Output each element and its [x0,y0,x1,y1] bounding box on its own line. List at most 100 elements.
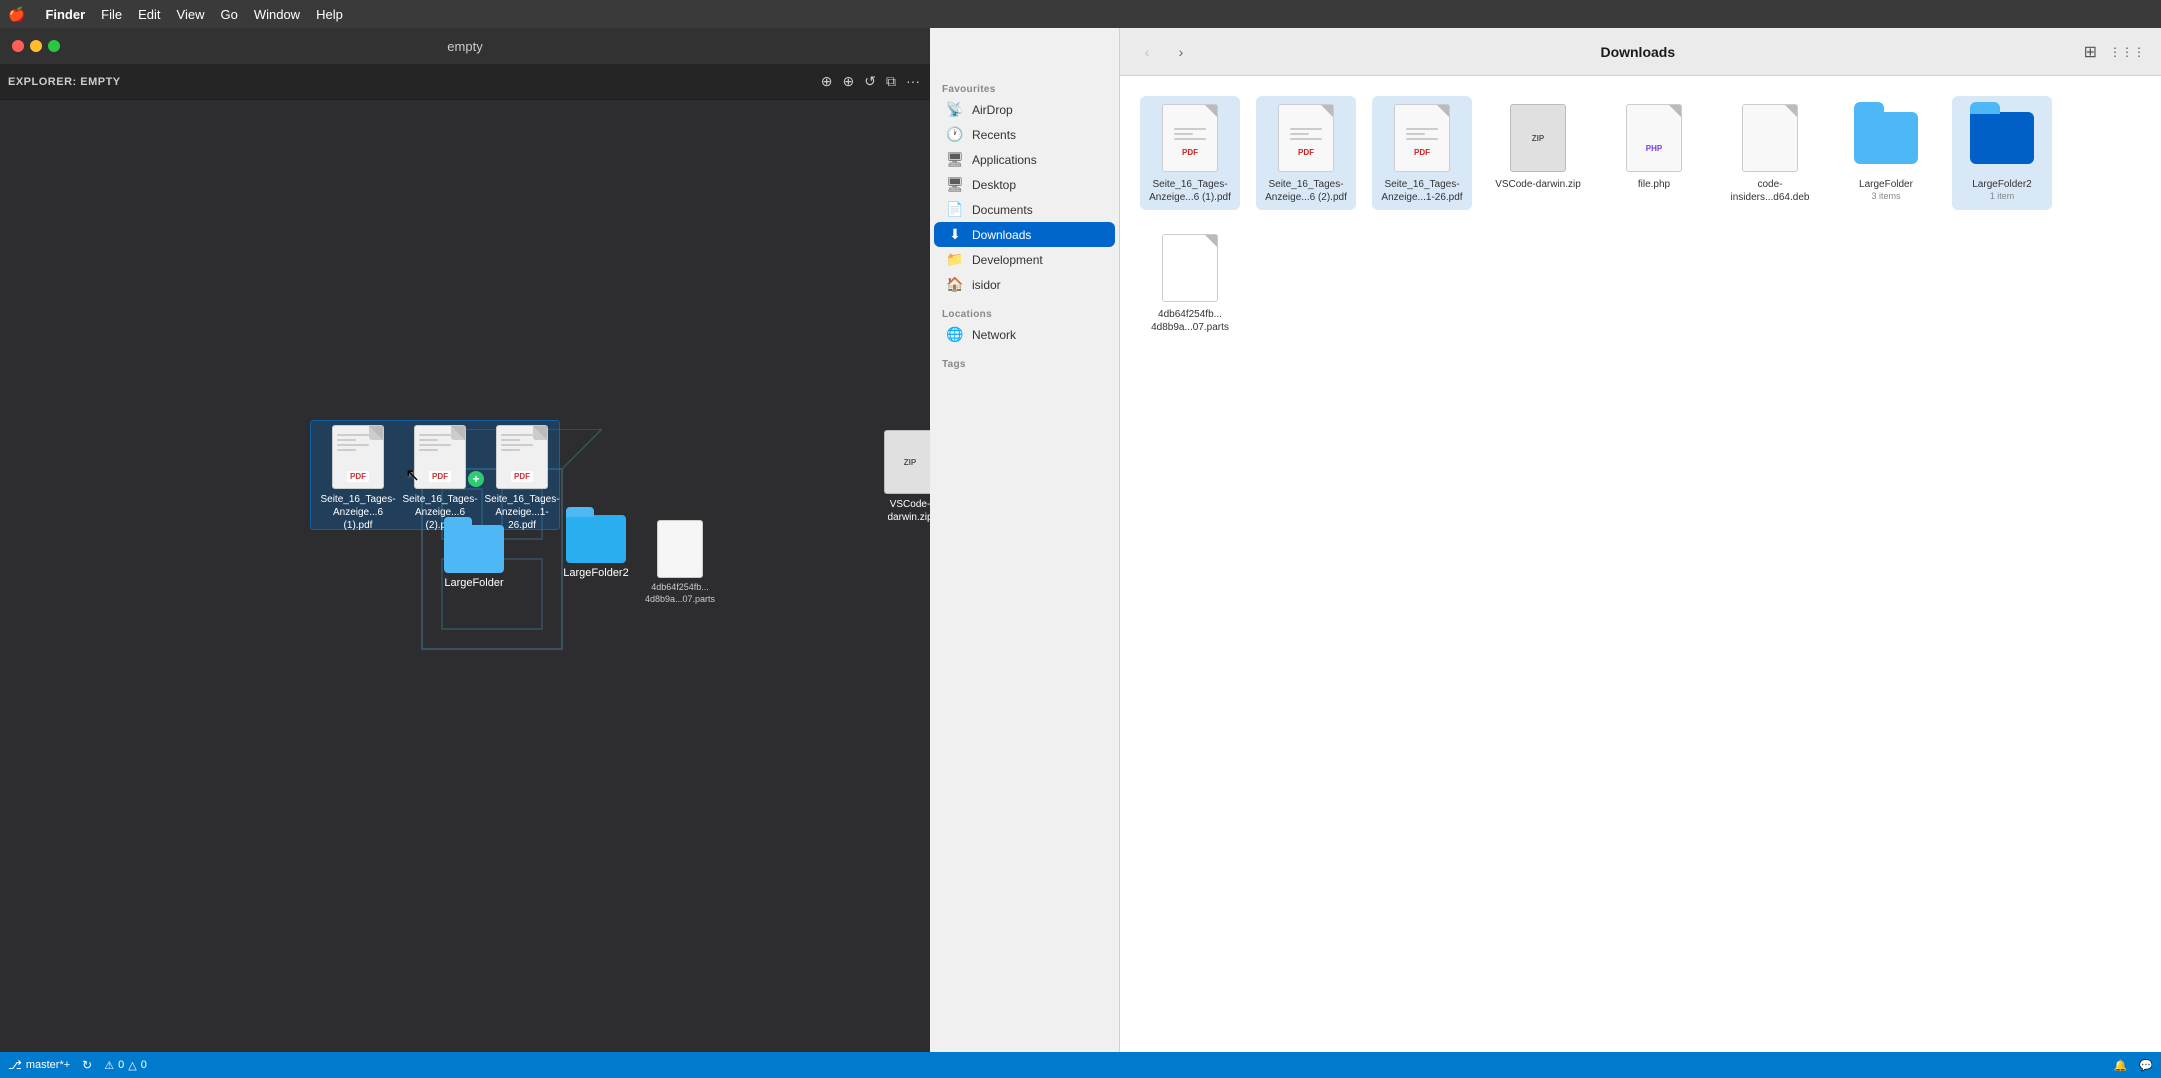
sidebar-item-airdrop[interactable]: 📡 AirDrop [934,97,1115,122]
sidebar-item-network[interactable]: 🌐 Network [934,322,1115,347]
sync-icon: ↻ [82,1058,92,1072]
back-button[interactable]: ‹ [1136,41,1158,63]
pdf-file-2-icon: PDF [414,425,466,489]
finder-pdf-2[interactable]: PDF Seite_16_Tages-Anzeige...6 (2).pdf [1256,96,1356,210]
error-icon: ⚠ [104,1059,114,1072]
pdf2-icon: PDF [1278,104,1334,172]
folder2-shape [566,515,626,563]
menubar: 🍎 Finder File Edit View Go Window Help [0,0,2161,28]
folder2-label: LargeFolder2 [563,567,628,579]
desktop-label: Desktop [972,178,1016,192]
folder1-sub: 3 items [1871,191,1900,201]
sidebar-item-recents[interactable]: 🕐 Recents [934,122,1115,147]
folder2-label: LargeFolder2 [1972,178,2031,191]
parts-label: 4db64f254fb...4d8b9a...07.parts [1151,308,1229,334]
pdf-file-1-label: Seite_16_Tages-Anzeige...6 (1).pdf [318,493,398,532]
recents-label: Recents [972,128,1016,142]
forward-button[interactable]: › [1170,41,1192,63]
cursor-arrow: ↖ [405,465,420,486]
chat-icon[interactable]: 💬 [2139,1059,2153,1072]
parts-icon [1162,234,1218,302]
finder-pdf-1[interactable]: PDF Seite_16_Tages-Anzeige...6 (1).pdf [1140,96,1240,210]
applications-icon: 🖥 [946,151,964,168]
finder-folder1[interactable]: LargeFolder 3 items [1836,96,1936,210]
finder-toolbar: ‹ › Downloads ⊞ ⋮⋮⋮ [1120,28,2161,76]
downloads-icon: ⬇ [946,226,964,243]
more-icon[interactable]: ··· [904,71,922,92]
maximize-button[interactable] [48,40,60,52]
finder-php[interactable]: PHP file.php [1604,96,1704,210]
menubar-help[interactable]: Help [316,7,343,22]
pdf-file-3-icon: PDF [496,425,548,489]
sidebar-item-desktop[interactable]: 🖥 Desktop [934,172,1115,197]
sidebar-item-downloads[interactable]: ⬇ Downloads [934,222,1115,247]
close-button[interactable] [12,40,24,52]
explorer-label: EXPLORER: EMPTY [8,76,121,88]
sidebar-item-applications[interactable]: 🖥 Applications [934,147,1115,172]
statusbar-right: 🔔 💬 [2114,1059,2153,1072]
deb-label: code-insiders...d64.deb [1726,178,1814,204]
new-file-icon[interactable]: ⊕ [819,71,835,92]
large-folder-1[interactable]: LargeFolder [434,525,514,589]
menubar-edit[interactable]: Edit [138,7,160,22]
branch-section[interactable]: ⎇ master*+ [8,1058,70,1072]
menubar-go[interactable]: Go [220,7,237,22]
airdrop-label: AirDrop [972,103,1013,117]
vscode-panel: empty EXPLORER: EMPTY ⊕ ⊕ ↺ ⧉ ··· [0,28,930,1052]
pdf1-label: Seite_16_Tages-Anzeige...6 (1).pdf [1146,178,1234,204]
network-icon: 🌐 [946,326,964,343]
finder-pdf-3[interactable]: PDF Seite_16_Tages-Anzeige...1-26.pdf [1372,96,1472,210]
traffic-lights [12,40,60,52]
sidebar-item-documents[interactable]: 📄 Documents [934,197,1115,222]
pdf-file-1[interactable]: PDF Seite_16_Tages-Anzeige...6 (1).pdf [318,425,398,532]
finder-folder2[interactable]: LargeFolder2 1 item [1952,96,2052,210]
error-section[interactable]: ⚠ 0 △ 0 [104,1059,147,1072]
menubar-file[interactable]: File [101,7,122,22]
sidebar-item-isidor[interactable]: 🏠 isidor [934,272,1115,297]
pdf2-label: Seite_16_Tages-Anzeige...6 (2).pdf [1262,178,1350,204]
notification-icon[interactable]: 🔔 [2114,1059,2128,1072]
pdf-file-3[interactable]: PDF Seite_16_Tages-Anzeige...1-26.pdf [482,425,562,532]
recents-icon: 🕐 [946,126,964,143]
vscode-titlebar: empty [0,28,930,64]
large-folder-2[interactable]: LargeFolder2 [556,515,636,579]
vscode-title: empty [447,39,482,54]
folder1-label: LargeFolder [1859,178,1913,191]
development-label: Development [972,253,1043,267]
pdf3-label: Seite_16_Tages-Anzeige...1-26.pdf [1378,178,1466,204]
blank-file[interactable]: 4db64f254fb...4d8b9a...07.parts [640,520,720,605]
minimize-button[interactable] [30,40,42,52]
finder-parts[interactable]: 4db64f254fb...4d8b9a...07.parts [1140,226,1240,340]
zip-label: VSCode-darwin.zip [887,498,930,524]
sidebar-item-development[interactable]: 📁 Development [934,247,1115,272]
sort-button[interactable]: ⋮⋮⋮ [2109,45,2145,59]
pdf-file-1-icon: PDF [332,425,384,489]
folder-shape [444,525,504,573]
sidebar-header [930,28,1119,76]
collapse-icon[interactable]: ⧉ [884,71,898,92]
toolbar-icons: ⊕ ⊕ ↺ ⧉ ··· [819,71,922,92]
tags-section: Tags [930,351,1119,376]
menubar-window[interactable]: Window [254,7,300,22]
isidor-label: isidor [972,278,1001,292]
menubar-finder[interactable]: Finder [45,7,85,22]
finder-content[interactable]: PDF Seite_16_Tages-Anzeige...6 (1).pdf P… [1120,76,2161,1052]
php-label: file.php [1638,178,1670,191]
view-grid-icon[interactable]: ⊞ [2084,42,2097,62]
new-folder-icon[interactable]: ⊕ [841,71,857,92]
zip-icon: ZIP [884,430,930,494]
zip-file[interactable]: ZIP VSCode-darwin.zip [870,430,930,524]
finder-deb[interactable]: code-insiders...d64.deb [1720,96,1820,210]
sync-section[interactable]: ↻ [82,1058,92,1072]
zip-icon: ZIP [1510,104,1566,172]
apple-menu-icon[interactable]: 🍎 [8,6,25,23]
menubar-view[interactable]: View [177,7,205,22]
documents-icon: 📄 [946,201,964,218]
vscode-toolbar: EXPLORER: EMPTY ⊕ ⊕ ↺ ⧉ ··· [0,64,930,100]
documents-label: Documents [972,203,1033,217]
vscode-content[interactable]: PDF Seite_16_Tages-Anzeige...6 (1).pdf P… [0,100,930,1052]
locations-section: Locations 🌐 Network [930,301,1119,351]
folder2-sub: 1 item [1990,191,2015,201]
finder-zip[interactable]: ZIP VSCode-darwin.zip [1488,96,1588,210]
refresh-icon[interactable]: ↺ [862,71,878,92]
